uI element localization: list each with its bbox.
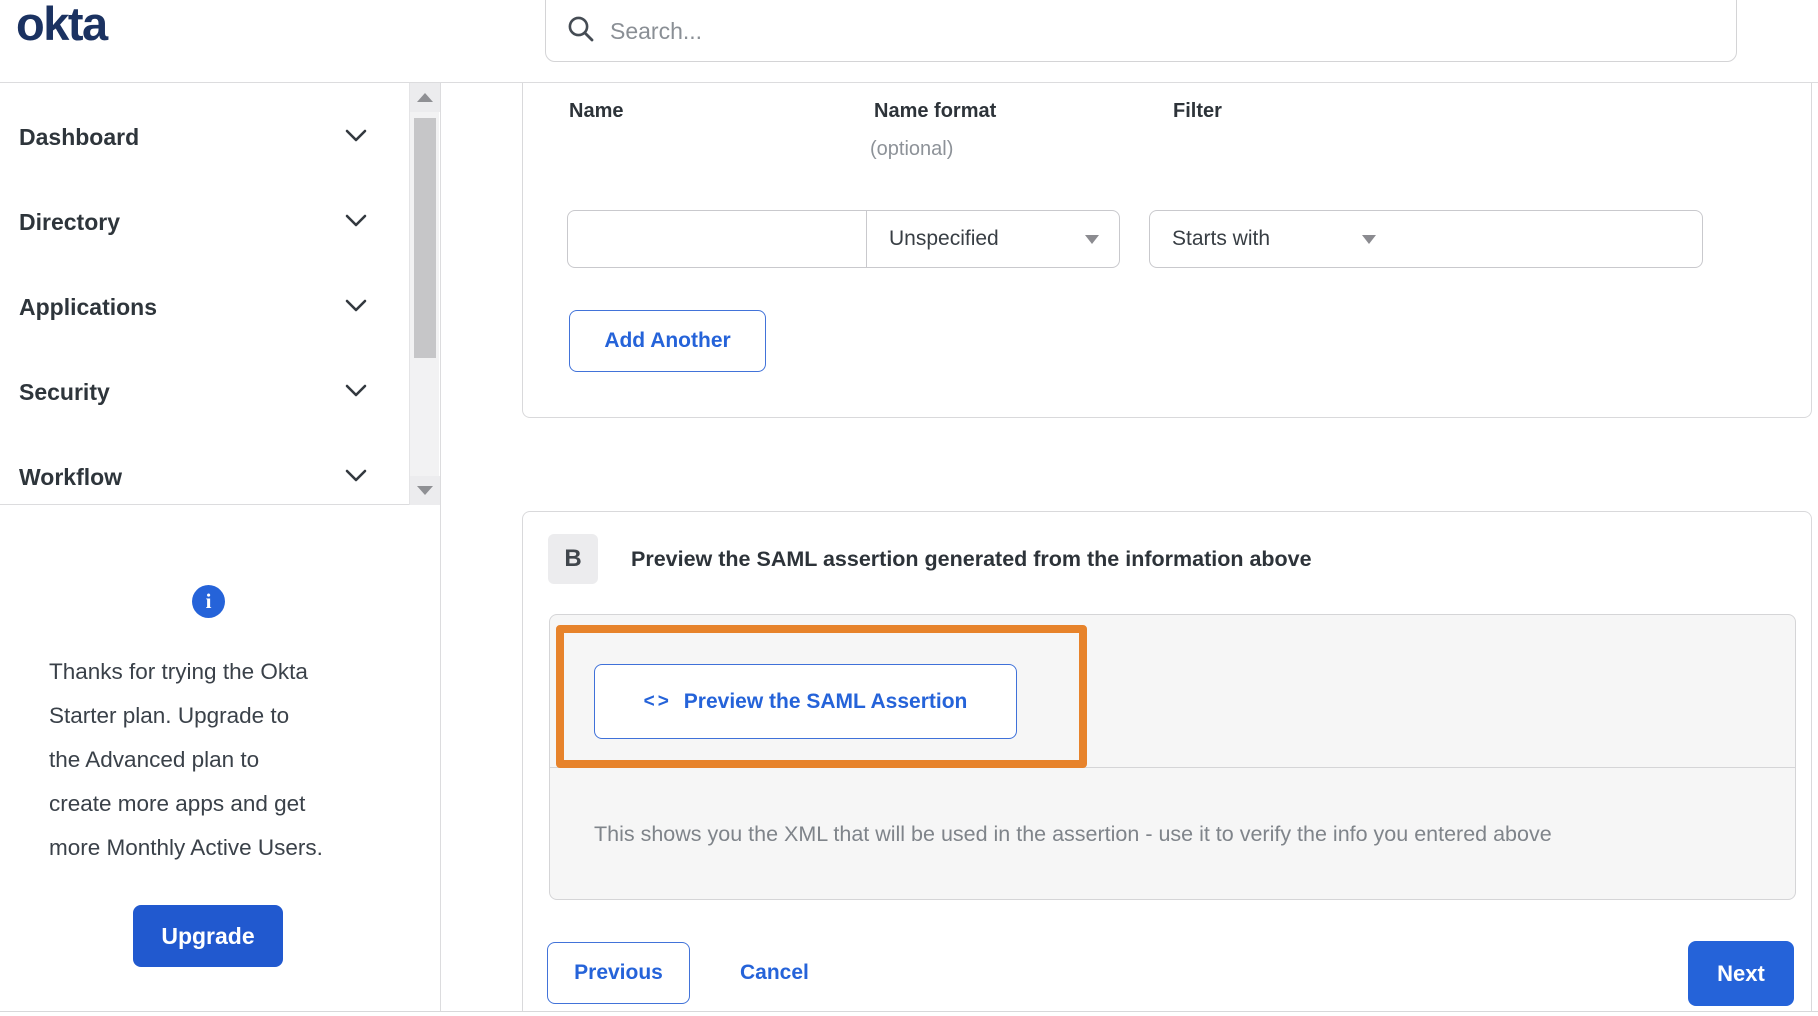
scroll-down-icon (417, 486, 433, 495)
name-column-label: Name (569, 100, 624, 122)
upsell-line: Thanks for trying the Okta (49, 659, 308, 684)
saml-preview-card: B Preview the SAML assertion generated f… (522, 511, 1812, 1011)
attribute-name-field[interactable] (567, 210, 867, 268)
preview-button-row: <> Preview the SAML Assertion (550, 615, 1795, 768)
name-format-dropdown[interactable]: Unspecified (866, 210, 1120, 268)
sidebar-item-directory[interactable]: Directory (0, 180, 440, 265)
upsell-text: Thanks for trying the Okta Starter plan.… (49, 650, 323, 870)
preview-description-row: This shows you the XML that will be used… (594, 769, 1794, 900)
upsell-line: Starter plan. Upgrade to (49, 703, 290, 728)
attribute-statements-card: Name Name format (optional) Filter Unspe… (522, 83, 1812, 418)
saml-preview-panel: <> Preview the SAML Assertion This shows… (549, 614, 1796, 900)
scroll-up-button[interactable] (410, 83, 440, 112)
sidebar-scrollbar[interactable] (409, 83, 440, 505)
scrollbar-thumb[interactable] (414, 118, 436, 358)
okta-logo: okta (16, 0, 108, 50)
next-button[interactable]: Next (1688, 941, 1794, 1006)
attribute-name-input[interactable] (568, 211, 866, 267)
filter-operator-selected-value: Starts with (1172, 227, 1271, 250)
sidebar-item-applications[interactable]: Applications (0, 265, 440, 350)
name-format-selected-value: Unspecified (889, 227, 999, 250)
sidebar-item-label: Dashboard (19, 124, 140, 150)
sidebar-item-label: Applications (19, 294, 158, 320)
upgrade-button[interactable]: Upgrade (133, 905, 283, 967)
previous-button[interactable]: Previous (547, 942, 690, 1004)
sidebar-item-label: Directory (19, 209, 120, 235)
chevron-down-icon (345, 384, 367, 402)
section-b-title: Preview the SAML assertion generated fro… (631, 547, 1312, 571)
scroll-down-button[interactable] (410, 476, 440, 505)
upsell-line: the Advanced plan to (49, 747, 260, 772)
scroll-up-icon (417, 93, 433, 102)
preview-saml-assertion-button[interactable]: <> Preview the SAML Assertion (594, 664, 1017, 739)
global-search[interactable]: Search... (545, 0, 1737, 62)
sidebar-item-label: Workflow (19, 464, 123, 490)
dropdown-caret-icon (1085, 234, 1099, 244)
preview-button-label: Preview the SAML Assertion (683, 689, 968, 713)
preview-description-text: This shows you the XML that will be used… (594, 822, 1552, 846)
upsell-line: more Monthly Active Users. (49, 835, 323, 860)
sidebar-upsell-panel: i Thanks for trying the Okta Starter pla… (0, 505, 441, 1011)
cancel-button[interactable]: Cancel (718, 942, 831, 1004)
sidebar-item-dashboard[interactable]: Dashboard (0, 95, 440, 180)
search-icon (566, 14, 596, 49)
filter-column-label: Filter (1173, 100, 1222, 122)
top-header: okta Search... (0, 0, 1818, 83)
chevron-down-icon (345, 299, 367, 317)
filter-value-input[interactable] (1396, 211, 1702, 267)
chevron-down-icon (345, 214, 367, 232)
chevron-down-icon (345, 469, 367, 487)
viewport-bottom-divider (0, 1011, 1818, 1012)
upsell-line: create more apps and get (49, 791, 306, 816)
filter-value-field[interactable] (1396, 210, 1703, 268)
sidebar-item-label: Security (19, 379, 110, 405)
chevron-down-icon (345, 129, 367, 147)
code-brackets-icon: <> (643, 690, 672, 712)
sidebar-item-security[interactable]: Security (0, 350, 440, 435)
name-format-column-label: Name format (874, 100, 997, 122)
search-placeholder: Search... (610, 17, 703, 44)
info-icon: i (192, 585, 225, 618)
dropdown-caret-icon (1362, 234, 1376, 244)
name-format-optional-note: (optional) (870, 138, 954, 160)
okta-admin-page: okta Search... Dashboard Directory Appli… (0, 0, 1818, 1016)
section-b-badge: B (548, 534, 598, 584)
filter-operator-dropdown[interactable]: Starts with (1149, 210, 1397, 268)
sidebar-nav: Dashboard Directory Applications Securit… (0, 83, 441, 505)
add-another-button[interactable]: Add Another (569, 310, 766, 372)
